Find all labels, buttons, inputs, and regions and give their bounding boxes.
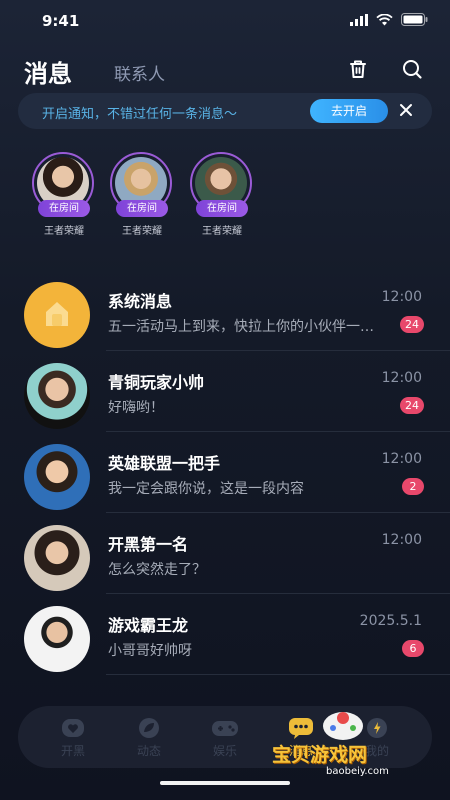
in-room-tag: 在房间: [116, 200, 168, 217]
conversation-title: 游戏霸王龙: [108, 616, 189, 635]
list-item[interactable]: 系统消息 12:00 五一活动马上到来，快拉上你的小伙伴一起参加吧 24: [0, 270, 450, 351]
signal-icon: [350, 13, 368, 26]
message-preview: 小哥哥好帅呀: [108, 643, 192, 659]
tab-contacts[interactable]: 联系人: [114, 60, 165, 85]
in-room-tag: 在房间: [38, 200, 90, 217]
status-icons: [350, 13, 428, 26]
unread-badge: 6: [402, 640, 424, 657]
bell-icon: [46, 302, 68, 326]
banner-text: 开启通知，不错过任何一条消息～: [42, 107, 238, 122]
wifi-icon: [376, 13, 393, 25]
watermark-text: 宝贝游戏网: [272, 744, 368, 766]
friend-game-name: 王者荣耀: [44, 226, 84, 237]
close-icon[interactable]: [396, 100, 416, 120]
message-preview: 好嗨哟！: [108, 400, 164, 416]
tab-label: 娱乐: [212, 744, 237, 758]
online-friend[interactable]: 在房间 王者荣耀: [110, 152, 174, 242]
conversation-title: 开黑第一名: [108, 535, 189, 554]
status-bar: 9:41: [0, 0, 450, 40]
notification-banner: 开启通知，不错过任何一条消息～ 去开启: [18, 93, 432, 129]
message-preview: 怎么突然走了？: [108, 562, 206, 578]
message-preview: 我一定会跟你说，这是一段内容: [108, 481, 304, 497]
gamepad-logo-icon: [323, 712, 363, 740]
home-indicator: [160, 781, 290, 785]
avatar: [24, 525, 90, 591]
message-time: 2025.5.1: [359, 613, 422, 629]
tab-kaihei[interactable]: 开黑: [48, 716, 98, 759]
leaf-icon: [139, 718, 159, 738]
message-time: 12:00: [381, 451, 422, 467]
list-item[interactable]: 青铜玩家小帅 12:00 好嗨哟！ 24: [0, 351, 450, 432]
avatar: [24, 606, 90, 672]
message-time: 12:00: [381, 370, 422, 386]
watermark-url: baobeiy.com: [326, 766, 389, 777]
friend-game-name: 王者荣耀: [122, 226, 162, 237]
conversation-title: 青铜玩家小帅: [108, 373, 205, 392]
list-item[interactable]: 英雄联盟一把手 12:00 我一定会跟你说，这是一段内容 2: [0, 432, 450, 513]
tab-label: 动态: [136, 744, 161, 758]
online-friends-row: 在房间 王者荣耀 在房间 王者荣耀 在房间 王者荣耀: [0, 152, 450, 242]
divider: [106, 674, 450, 675]
conversation-title: 英雄联盟一把手: [108, 454, 221, 473]
message-time: 12:00: [381, 532, 422, 548]
avatar: [24, 363, 90, 429]
friend-game-name: 王者荣耀: [202, 226, 242, 237]
message-preview: 五一活动马上到来，快拉上你的小伙伴一起参加吧: [108, 319, 378, 335]
unread-badge: 24: [400, 316, 424, 333]
list-item[interactable]: 开黑第一名 12:00 怎么突然走了？: [0, 513, 450, 594]
online-friend[interactable]: 在房间 王者荣耀: [32, 152, 96, 242]
tab-label: 开黑: [60, 744, 85, 758]
search-icon[interactable]: [401, 58, 423, 80]
unread-badge: 2: [402, 478, 424, 495]
gamepad-icon: [212, 721, 238, 736]
conversation-title: 系统消息: [108, 292, 173, 311]
status-time: 9:41: [42, 12, 80, 30]
tab-entertainment[interactable]: 娱乐: [200, 716, 250, 759]
in-room-tag: 在房间: [196, 200, 248, 217]
tab-messages[interactable]: 消息: [24, 54, 72, 89]
trash-icon[interactable]: [347, 58, 369, 80]
online-friend[interactable]: 在房间 王者荣耀: [190, 152, 254, 242]
watermark: 宝贝游戏网 baobeiy.com: [272, 706, 422, 778]
enable-notification-button[interactable]: 去开启: [310, 99, 388, 123]
message-time: 12:00: [381, 289, 422, 305]
header: 消息 联系人: [0, 48, 450, 92]
unread-badge: 24: [400, 397, 424, 414]
system-avatar: [24, 282, 90, 348]
tab-dynamic[interactable]: 动态: [124, 716, 174, 759]
heart-game-icon: [62, 719, 84, 737]
battery-icon: [401, 13, 428, 26]
list-item[interactable]: 游戏霸王龙 2025.5.1 小哥哥好帅呀 6: [0, 594, 450, 675]
avatar: [24, 444, 90, 510]
message-list: 系统消息 12:00 五一活动马上到来，快拉上你的小伙伴一起参加吧 24 青铜玩…: [0, 270, 450, 675]
